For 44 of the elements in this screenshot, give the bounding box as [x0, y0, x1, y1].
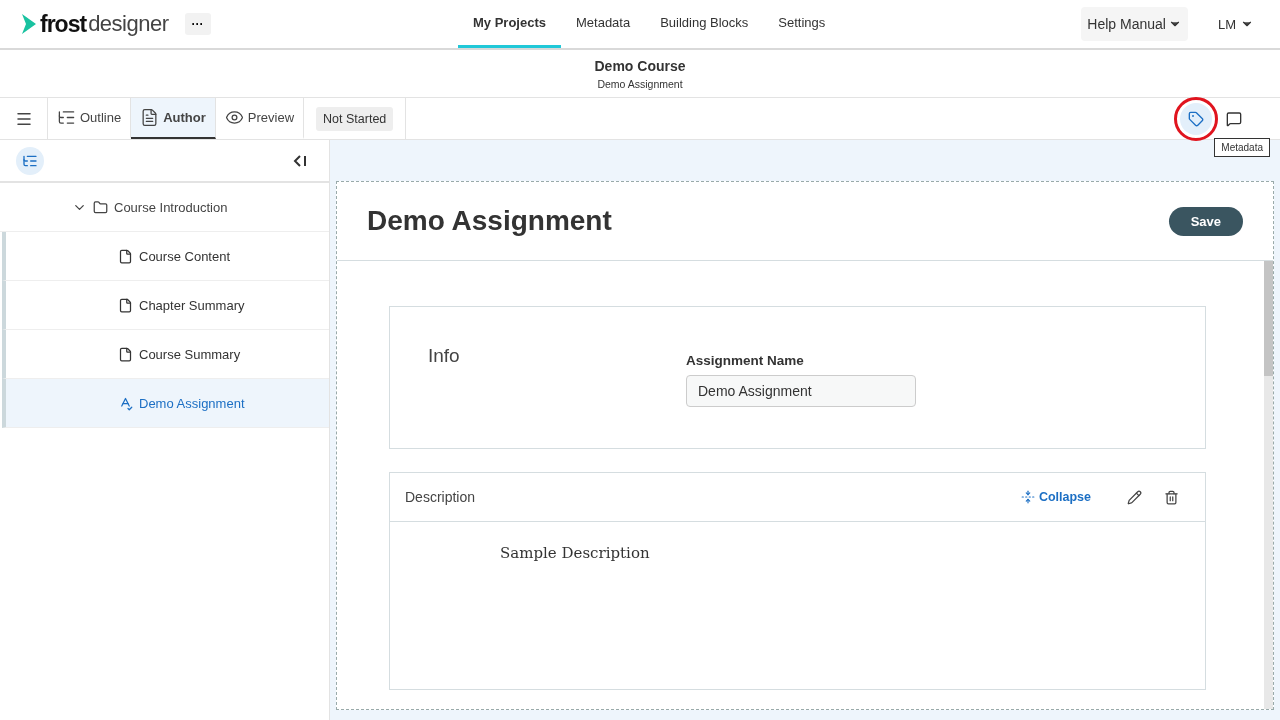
status-badge: Not Started [316, 106, 394, 131]
field-label: Assignment Name [686, 353, 805, 368]
section-heading: Description [405, 489, 476, 505]
collapse-sidebar-button[interactable] [291, 152, 309, 169]
collapse-button[interactable]: Collapse [1014, 489, 1097, 505]
tooltip: Metadata [1214, 138, 1270, 157]
logo-icon [20, 13, 38, 35]
spell-check-icon [118, 395, 133, 411]
tree-item[interactable]: Course Summary [2, 330, 329, 379]
course-subtitle: Demo Assignment [597, 77, 683, 90]
pencil-icon [1127, 489, 1142, 505]
collapse-icon [1020, 490, 1035, 504]
save-button[interactable]: Save [1168, 206, 1243, 236]
input-field[interactable]: Demo Assignment [686, 375, 916, 407]
eye-icon [224, 108, 244, 127]
tag-icon [1188, 110, 1204, 127]
more-button[interactable]: ··· [184, 13, 211, 35]
trash-icon [1164, 489, 1179, 505]
tree-icon [57, 108, 76, 127]
speech-bubble-icon [1226, 110, 1242, 127]
user-menu[interactable]: LM [1211, 15, 1260, 33]
nav-tab[interactable]: My Projects [458, 0, 561, 48]
description-text: Sample Description [500, 544, 650, 562]
document-icon [118, 346, 133, 362]
document-icon [118, 248, 133, 264]
collapse-left-icon [293, 154, 307, 167]
course-title: Demo Course [594, 57, 686, 74]
folder-icon [93, 199, 108, 215]
assignment-title: Demo Assignment [367, 205, 612, 237]
scrollbar-thumb[interactable] [1264, 261, 1273, 376]
nav-tab[interactable]: Settings [763, 0, 841, 48]
tree-item[interactable]: Chapter Summary [2, 281, 329, 330]
tree-icon[interactable] [16, 146, 44, 175]
nav-tab[interactable]: Metadata [561, 0, 646, 48]
view-tab[interactable]: Author [131, 98, 216, 139]
tree-item[interactable]: Course Content [2, 232, 329, 281]
document-icon [118, 297, 133, 313]
section-heading: Info [428, 345, 461, 368]
logo-subtitle: designer [88, 11, 169, 37]
logo-text: frost [40, 10, 87, 38]
help-menu[interactable]: Help Manual [1081, 7, 1188, 41]
view-tab[interactable]: Preview [215, 98, 305, 139]
tree-item[interactable]: Demo Assignment [2, 379, 329, 428]
nav-tab[interactable]: Building Blocks [645, 0, 764, 48]
